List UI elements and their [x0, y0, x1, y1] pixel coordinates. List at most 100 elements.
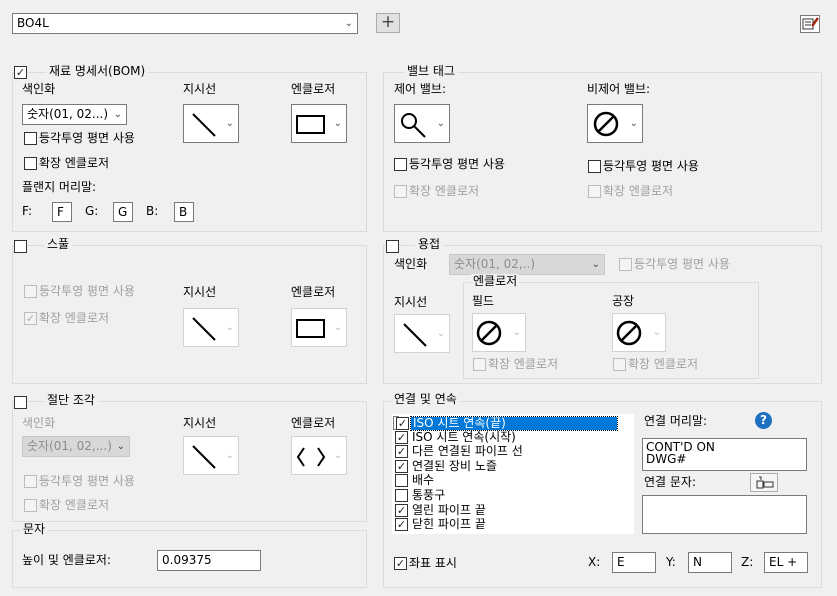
chevron-down-icon: ⌄: [436, 117, 445, 129]
conn-list-item[interactable]: ✓ ISO 시트 연속(끝): [393, 416, 618, 431]
cut-color-select[interactable]: 숫자(01, 02,...) ⌄: [22, 436, 130, 457]
weld-checkbox[interactable]: [386, 240, 399, 253]
valve-ext1-checkbox[interactable]: [394, 185, 407, 198]
valve-iso1-checkbox[interactable]: [394, 158, 407, 171]
conn-item-label: 열린 파이프 끝: [412, 502, 486, 517]
conn-header-label: 연결 머리말:: [644, 414, 708, 428]
bom-encl-button[interactable]: ⌄: [291, 104, 347, 143]
text-height-label: 높이 및 엔클로저:: [22, 553, 111, 567]
valve-nonctrl-button[interactable]: ⌄: [587, 104, 643, 143]
leader-line-icon: [192, 445, 216, 469]
conn-item-checkbox[interactable]: ✓: [395, 503, 408, 517]
conn-item-checkbox[interactable]: ✓: [395, 430, 408, 444]
valve-ctrl-button[interactable]: ⌄: [394, 104, 450, 143]
spool-iso-checkbox[interactable]: [24, 285, 37, 298]
weld-field-label: 필드: [472, 294, 495, 308]
bom-g-label: G:: [85, 204, 99, 218]
conn-text-field[interactable]: [642, 495, 807, 534]
valve-iso2-checkbox[interactable]: [588, 160, 601, 173]
cut-checkbox[interactable]: [14, 396, 27, 409]
weld-title: 용접: [415, 237, 444, 251]
cut-color-label: 색인화: [22, 416, 56, 430]
bom-checkbox[interactable]: ✓: [14, 66, 27, 79]
bom-g-field[interactable]: G: [113, 202, 133, 222]
conn-item-checkbox[interactable]: ✓: [396, 417, 409, 430]
z-label: Z:: [741, 555, 754, 569]
conn-header-field[interactable]: CONT'D ON DWG#: [642, 438, 807, 471]
weld-ext1-checkbox[interactable]: [473, 358, 486, 371]
cut-encl-button[interactable]: ⌄: [291, 436, 347, 475]
valve-iso2-label: 등각투영 평면 사용: [603, 159, 699, 173]
bom-leader-button[interactable]: ⌄: [183, 104, 239, 143]
bom-iso-checkbox[interactable]: [24, 132, 37, 145]
conn-item-checkbox[interactable]: [395, 474, 408, 488]
bom-b-field[interactable]: B: [174, 202, 194, 222]
conn-text-label: 연결 문자:: [644, 475, 697, 489]
weld-leader-button[interactable]: ⌄: [394, 314, 450, 353]
add-style-button[interactable]: +: [376, 13, 400, 33]
weld-color-select[interactable]: 숫자(01, 02,..) ⌄: [449, 254, 605, 275]
rectangle-enclosure-icon: [296, 319, 325, 338]
help-icon[interactable]: ?: [755, 412, 772, 429]
bom-f-label: F:: [22, 204, 33, 218]
spool-ext-checkbox[interactable]: ✓: [24, 312, 37, 325]
bom-iso-label: 등각투영 평면 사용: [39, 131, 135, 145]
spool-ext-label: 확장 엔클로저: [39, 311, 110, 325]
chevron-down-icon: ⌄: [344, 18, 353, 29]
y-label: Y:: [666, 555, 676, 569]
conn-list[interactable]: ✓ ISO 시트 연속(끝) ✓ ISO 시트 연속(시작) ✓ 다른 연결된 파이프 선…: [392, 414, 634, 534]
spool-checkbox[interactable]: [14, 240, 27, 253]
valve-ext1-label: 확장 엔클로저: [409, 184, 480, 198]
spool-encl-button[interactable]: ⌄: [291, 308, 347, 347]
valve-ext2-checkbox[interactable]: [588, 185, 601, 198]
conn-item-checkbox[interactable]: ✓: [395, 459, 408, 473]
conn-item-checkbox[interactable]: ✓: [395, 445, 408, 459]
spool-leader-button[interactable]: ⌄: [183, 308, 239, 347]
bom-f-field[interactable]: F: [52, 202, 72, 222]
valve-group: [383, 72, 822, 232]
valve-nonctrl-label: 비제어 밸브:: [587, 82, 651, 96]
weld-ext2-checkbox[interactable]: [613, 358, 626, 371]
cut-iso-checkbox[interactable]: [24, 475, 37, 488]
weld-shop-button[interactable]: ⌄: [612, 313, 666, 352]
plus-icon: +: [380, 12, 396, 32]
chevron-down-icon: ⌄: [333, 321, 342, 333]
valve-ext2-label: 확장 엔클로저: [603, 184, 674, 198]
bom-flange-label: 플랜지 머리말:: [22, 180, 97, 194]
insert-field-icon: [756, 476, 774, 489]
bom-color-label: 색인화: [22, 82, 56, 96]
conn-item-checkbox[interactable]: ✓: [395, 518, 408, 532]
weld-iso-checkbox[interactable]: [619, 258, 632, 271]
y-field[interactable]: N: [688, 552, 732, 573]
chevron-down-icon: ⌄: [652, 326, 661, 338]
bom-encl-label: 엔클로저: [291, 82, 336, 96]
cut-leader-button[interactable]: ⌄: [183, 436, 239, 475]
bom-title: 재료 명세서(BOM): [46, 64, 149, 78]
chevron-down-icon: ⌄: [225, 321, 234, 333]
conn-item-checkbox[interactable]: [395, 489, 408, 502]
bom-color-select[interactable]: 숫자(01, 02...) ⌄: [22, 104, 127, 125]
valve-ctrl-label: 제어 밸브:: [394, 82, 447, 96]
valve-iso1-label: 등각투영 평면 사용: [409, 157, 505, 171]
coord-checkbox[interactable]: ✓: [394, 557, 407, 570]
bom-color-value: 숫자(01, 02...): [27, 107, 109, 121]
conn-title: 연결 및 연속: [391, 392, 460, 406]
leader-line-icon: [192, 113, 216, 137]
spool-iso-label: 등각투영 평면 사용: [39, 284, 135, 298]
style-combo[interactable]: BO4L ⌄: [12, 13, 358, 34]
weld-field-button[interactable]: ⌄: [472, 313, 526, 352]
edit-style-icon[interactable]: [800, 15, 820, 33]
rectangle-enclosure-icon: [296, 115, 325, 134]
bom-b-label: B:: [146, 204, 159, 218]
chevron-down-icon: ⌄: [225, 449, 234, 461]
chevron-down-icon: ⌄: [333, 449, 342, 461]
cut-ext-checkbox[interactable]: [24, 499, 37, 512]
chevron-down-icon: ⌄: [591, 259, 600, 270]
magnifier-icon: [401, 113, 426, 138]
insert-field-button[interactable]: [750, 473, 778, 492]
z-field[interactable]: EL +: [764, 552, 808, 573]
bom-ext-checkbox[interactable]: [24, 157, 37, 170]
x-field[interactable]: E: [612, 552, 656, 573]
valve-title: 밸브 태그: [404, 64, 458, 78]
text-height-field[interactable]: 0.09375: [157, 550, 261, 571]
